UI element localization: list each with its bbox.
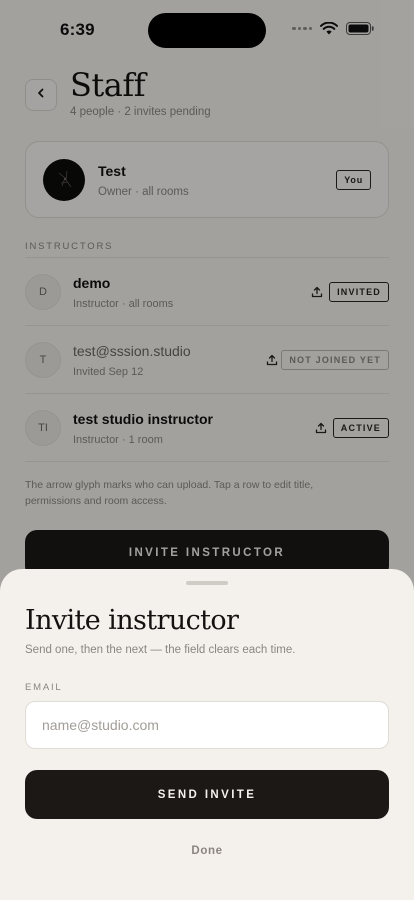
sheet-drag-handle[interactable] xyxy=(186,581,228,585)
invite-sheet: Invite instructor Send one, then the nex… xyxy=(0,569,414,900)
sheet-subtitle: Send one, then the next — the field clea… xyxy=(25,644,296,656)
sheet-title: Invite instructor xyxy=(25,605,239,636)
email-field[interactable] xyxy=(25,701,389,749)
done-button[interactable]: Done xyxy=(157,839,257,863)
email-label: EMAIL xyxy=(25,682,63,693)
send-invite-button[interactable]: SEND INVITE xyxy=(25,770,389,819)
